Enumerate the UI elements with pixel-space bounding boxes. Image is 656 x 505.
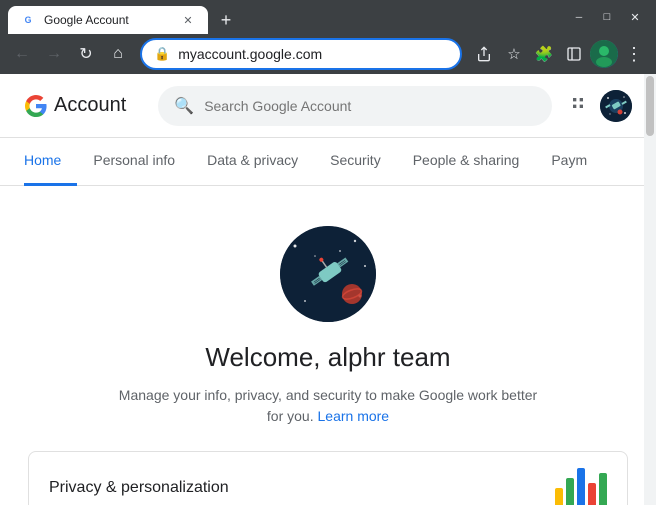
share-icon[interactable] <box>470 40 498 68</box>
google-g-logo <box>24 94 48 118</box>
search-bar[interactable]: 🔍 <box>158 86 552 126</box>
close-button[interactable]: ✕ <box>622 4 648 30</box>
address-bar[interactable]: 🔒 myaccount.google.com <box>140 38 462 70</box>
back-button[interactable]: ← <box>8 40 36 68</box>
tab-data-privacy[interactable]: Data & privacy <box>191 138 314 186</box>
url-text: myaccount.google.com <box>178 46 448 62</box>
home-button[interactable]: ⌂ <box>104 40 132 68</box>
header-actions <box>568 90 632 122</box>
minimize-button[interactable]: ─ <box>566 4 592 30</box>
menu-icon[interactable]: ⋮ <box>620 40 648 68</box>
lock-icon: 🔒 <box>154 46 170 62</box>
tab-title: Google Account <box>44 13 172 27</box>
tab-bar: G Google Account ✕ + <box>8 0 558 34</box>
toolbar-actions: ☆ 🧩 ⋮ <box>470 40 648 68</box>
title-bar: G Google Account ✕ + ─ □ ✕ <box>0 0 656 34</box>
browser-tab[interactable]: G Google Account ✕ <box>8 6 208 34</box>
svg-text:G: G <box>25 15 32 25</box>
search-input[interactable] <box>204 98 536 114</box>
scrollbar-thumb[interactable] <box>646 76 654 136</box>
welcome-subtitle: Manage your info, privacy, and security … <box>118 385 538 427</box>
tab-close-button[interactable]: ✕ <box>180 12 196 28</box>
scrollbar[interactable] <box>644 74 656 505</box>
profile-avatar-large <box>280 226 376 322</box>
refresh-button[interactable]: ↻ <box>72 40 100 68</box>
navigation-tabs: Home Personal info Data & privacy Securi… <box>0 138 656 186</box>
learn-more-link[interactable]: Learn more <box>318 408 390 424</box>
bar-5 <box>599 473 607 505</box>
main-content: Welcome, alphr team Manage your info, pr… <box>0 186 656 505</box>
privacy-card-title: Privacy & personalization <box>49 479 229 497</box>
toolbar: ← → ↻ ⌂ 🔒 myaccount.google.com ☆ 🧩 <box>0 34 656 74</box>
sidebar-icon[interactable] <box>560 40 588 68</box>
tab-home[interactable]: Home <box>24 138 77 186</box>
bar-1 <box>555 488 563 505</box>
tab-payments[interactable]: Paym <box>535 138 603 186</box>
bar-4 <box>588 483 596 505</box>
google-logo: Account <box>24 94 126 118</box>
bar-chart <box>555 468 607 505</box>
window-controls: ─ □ ✕ <box>566 4 648 30</box>
maximize-button[interactable]: □ <box>594 4 620 30</box>
user-avatar[interactable] <box>600 90 632 122</box>
extensions-icon[interactable]: 🧩 <box>530 40 558 68</box>
browser-profile-avatar[interactable] <box>590 40 618 68</box>
forward-button[interactable]: → <box>40 40 68 68</box>
apps-grid-icon[interactable] <box>568 93 588 119</box>
new-tab-button[interactable]: + <box>212 6 240 34</box>
privacy-card[interactable]: Privacy & personalization <box>28 451 628 505</box>
tab-personal-info[interactable]: Personal info <box>77 138 191 186</box>
avatar-image <box>600 90 632 122</box>
tab-people-sharing[interactable]: People & sharing <box>397 138 536 186</box>
ga-logo-text: Account <box>54 94 126 117</box>
ga-header: Account 🔍 <box>0 74 656 138</box>
search-icon: 🔍 <box>174 96 194 116</box>
page-content: Account 🔍 <box>0 74 656 505</box>
bar-2 <box>566 478 574 505</box>
profile-avatar-image <box>280 226 376 322</box>
tab-favicon: G <box>20 12 36 28</box>
bookmark-icon[interactable]: ☆ <box>500 40 528 68</box>
welcome-title: Welcome, alphr team <box>205 342 450 373</box>
tab-security[interactable]: Security <box>314 138 397 186</box>
bar-3 <box>577 468 585 505</box>
